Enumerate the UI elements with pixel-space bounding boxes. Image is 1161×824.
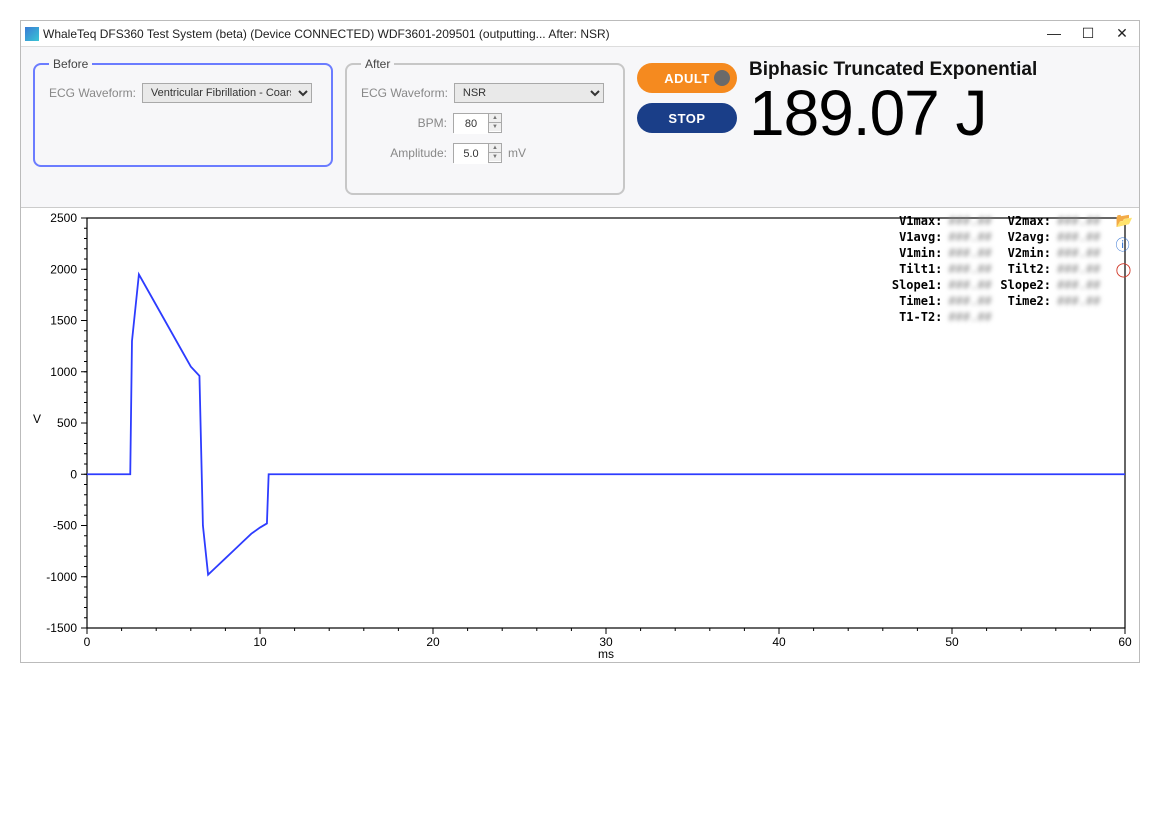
readout-value: 189.07 J: [749, 81, 987, 145]
stats-overlay: V1max:###.##V2max:###.##V1avg:###.##V2av…: [892, 214, 1103, 324]
stop-button[interactable]: STOP: [637, 103, 737, 133]
minimize-button[interactable]: —: [1043, 25, 1065, 42]
before-legend: Before: [49, 57, 92, 71]
svg-text:0: 0: [84, 635, 91, 649]
amp-up-icon[interactable]: ▲: [489, 144, 501, 153]
adult-button[interactable]: ADULT: [637, 63, 737, 93]
settings-panel: Before ECG Waveform: Ventricular Fibrill…: [21, 47, 1139, 208]
svg-text:1500: 1500: [50, 314, 77, 328]
amp-spinner[interactable]: ▲▼: [453, 143, 502, 163]
chart-side-icons: 📂 ⓘ ◯: [1116, 212, 1133, 278]
svg-text:2000: 2000: [50, 262, 77, 276]
svg-text:60: 60: [1118, 635, 1132, 649]
svg-text:0: 0: [70, 467, 77, 481]
titlebar: WhaleTeq DFS360 Test System (beta) (Devi…: [21, 21, 1139, 47]
mode-buttons: ADULT STOP: [637, 57, 737, 133]
before-ecg-label: ECG Waveform:: [49, 86, 136, 100]
amp-input[interactable]: [454, 144, 488, 164]
amp-unit: mV: [508, 146, 526, 160]
open-icon[interactable]: 📂: [1116, 212, 1133, 229]
svg-text:-1500: -1500: [46, 621, 77, 635]
svg-text:V: V: [33, 412, 41, 426]
bpm-down-icon[interactable]: ▼: [489, 123, 501, 131]
after-group: After ECG Waveform: NSR BPM: ▲▼ Amplitud…: [345, 57, 625, 195]
bpm-up-icon[interactable]: ▲: [489, 114, 501, 123]
chart-panel: -1500-1000-50005001000150020002500010203…: [21, 208, 1139, 662]
after-ecg-label: ECG Waveform:: [361, 86, 448, 100]
before-group: Before ECG Waveform: Ventricular Fibrill…: [33, 57, 333, 167]
svg-text:10: 10: [253, 635, 267, 649]
close-button[interactable]: ✕: [1111, 25, 1133, 42]
energy-readout: Biphasic Truncated Exponential 189.07 J: [749, 57, 1127, 145]
bpm-label: BPM:: [361, 116, 447, 130]
alert-icon[interactable]: ◯: [1116, 261, 1133, 278]
bpm-spinner[interactable]: ▲▼: [453, 113, 502, 133]
svg-text:20: 20: [426, 635, 440, 649]
svg-text:40: 40: [772, 635, 786, 649]
amp-down-icon[interactable]: ▼: [489, 153, 501, 161]
window-title: WhaleTeq DFS360 Test System (beta) (Devi…: [43, 27, 610, 41]
maximize-button[interactable]: ☐: [1077, 25, 1099, 42]
svg-text:2500: 2500: [50, 211, 77, 225]
svg-text:ms: ms: [598, 647, 614, 661]
svg-text:500: 500: [57, 416, 77, 430]
application-window: WhaleTeq DFS360 Test System (beta) (Devi…: [20, 20, 1140, 663]
info-icon[interactable]: ⓘ: [1116, 235, 1133, 255]
amp-label: Amplitude:: [361, 146, 447, 160]
app-icon: [25, 27, 39, 41]
before-ecg-select[interactable]: Ventricular Fibrillation - Coarse: [142, 83, 312, 103]
after-ecg-select[interactable]: NSR: [454, 83, 604, 103]
after-legend: After: [361, 57, 394, 71]
svg-text:50: 50: [945, 635, 959, 649]
bpm-input[interactable]: [454, 114, 488, 134]
svg-text:1000: 1000: [50, 365, 77, 379]
svg-text:-500: -500: [53, 519, 77, 533]
svg-text:-1000: -1000: [46, 570, 77, 584]
